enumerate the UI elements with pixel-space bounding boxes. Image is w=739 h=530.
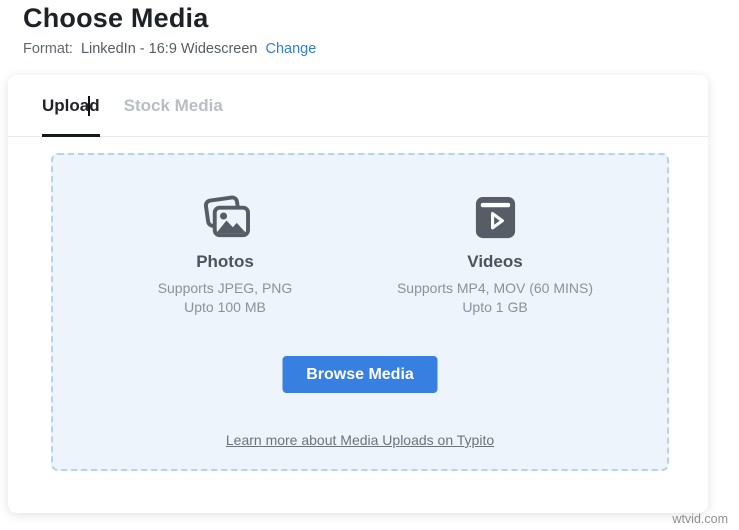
- watermark: wtvid.com: [672, 512, 728, 526]
- photos-limit: Upto 100 MB: [184, 298, 266, 315]
- format-label: Format:: [23, 41, 73, 57]
- choose-media-dialog: Choose Media Format: LinkedIn - 16:9 Wid…: [0, 0, 739, 530]
- page-title: Choose Media: [23, 3, 209, 33]
- photos-title: Photos: [196, 252, 254, 271]
- tab-stock-media[interactable]: Stock Media: [124, 75, 223, 136]
- videos-title: Videos: [467, 252, 523, 271]
- text-caret: [88, 96, 90, 116]
- format-row: Format: LinkedIn - 16:9 Widescreen Chang…: [23, 41, 316, 57]
- photos-stack-icon: [203, 195, 250, 238]
- upload-dropzone[interactable]: Photos Supports JPEG, PNG Upto 100 MB Vi…: [51, 153, 669, 471]
- learn-more-link[interactable]: Learn more about Media Uploads on Typito: [226, 432, 494, 448]
- videos-supports: Supports MP4, MOV (60 MINS): [396, 280, 594, 296]
- video-player-icon: [475, 196, 515, 239]
- photos-supports: Supports JPEG, PNG: [157, 280, 293, 296]
- tab-upload-label: Upload: [42, 95, 100, 115]
- format-value: LinkedIn - 16:9 Widescreen: [80, 41, 258, 57]
- browse-media-button[interactable]: Browse Media: [282, 356, 438, 393]
- media-card: Upload Stock Media Photos Supports JPEG,…: [8, 75, 708, 513]
- tab-bar: Upload Stock Media: [8, 75, 708, 137]
- media-columns: Photos Supports JPEG, PNG Upto 100 MB Vi…: [53, 194, 667, 316]
- change-format-link[interactable]: Change: [265, 41, 316, 57]
- videos-limit: Upto 1 GB: [462, 298, 528, 315]
- tab-upload[interactable]: Upload: [42, 75, 100, 137]
- photos-column: Photos Supports JPEG, PNG Upto 100 MB: [95, 194, 355, 316]
- tab-stock-media-label: Stock Media: [123, 95, 223, 115]
- learn-more-row: Learn more about Media Uploads on Typito: [53, 432, 667, 448]
- videos-column: Videos Supports MP4, MOV (60 MINS) Upto …: [365, 194, 625, 316]
